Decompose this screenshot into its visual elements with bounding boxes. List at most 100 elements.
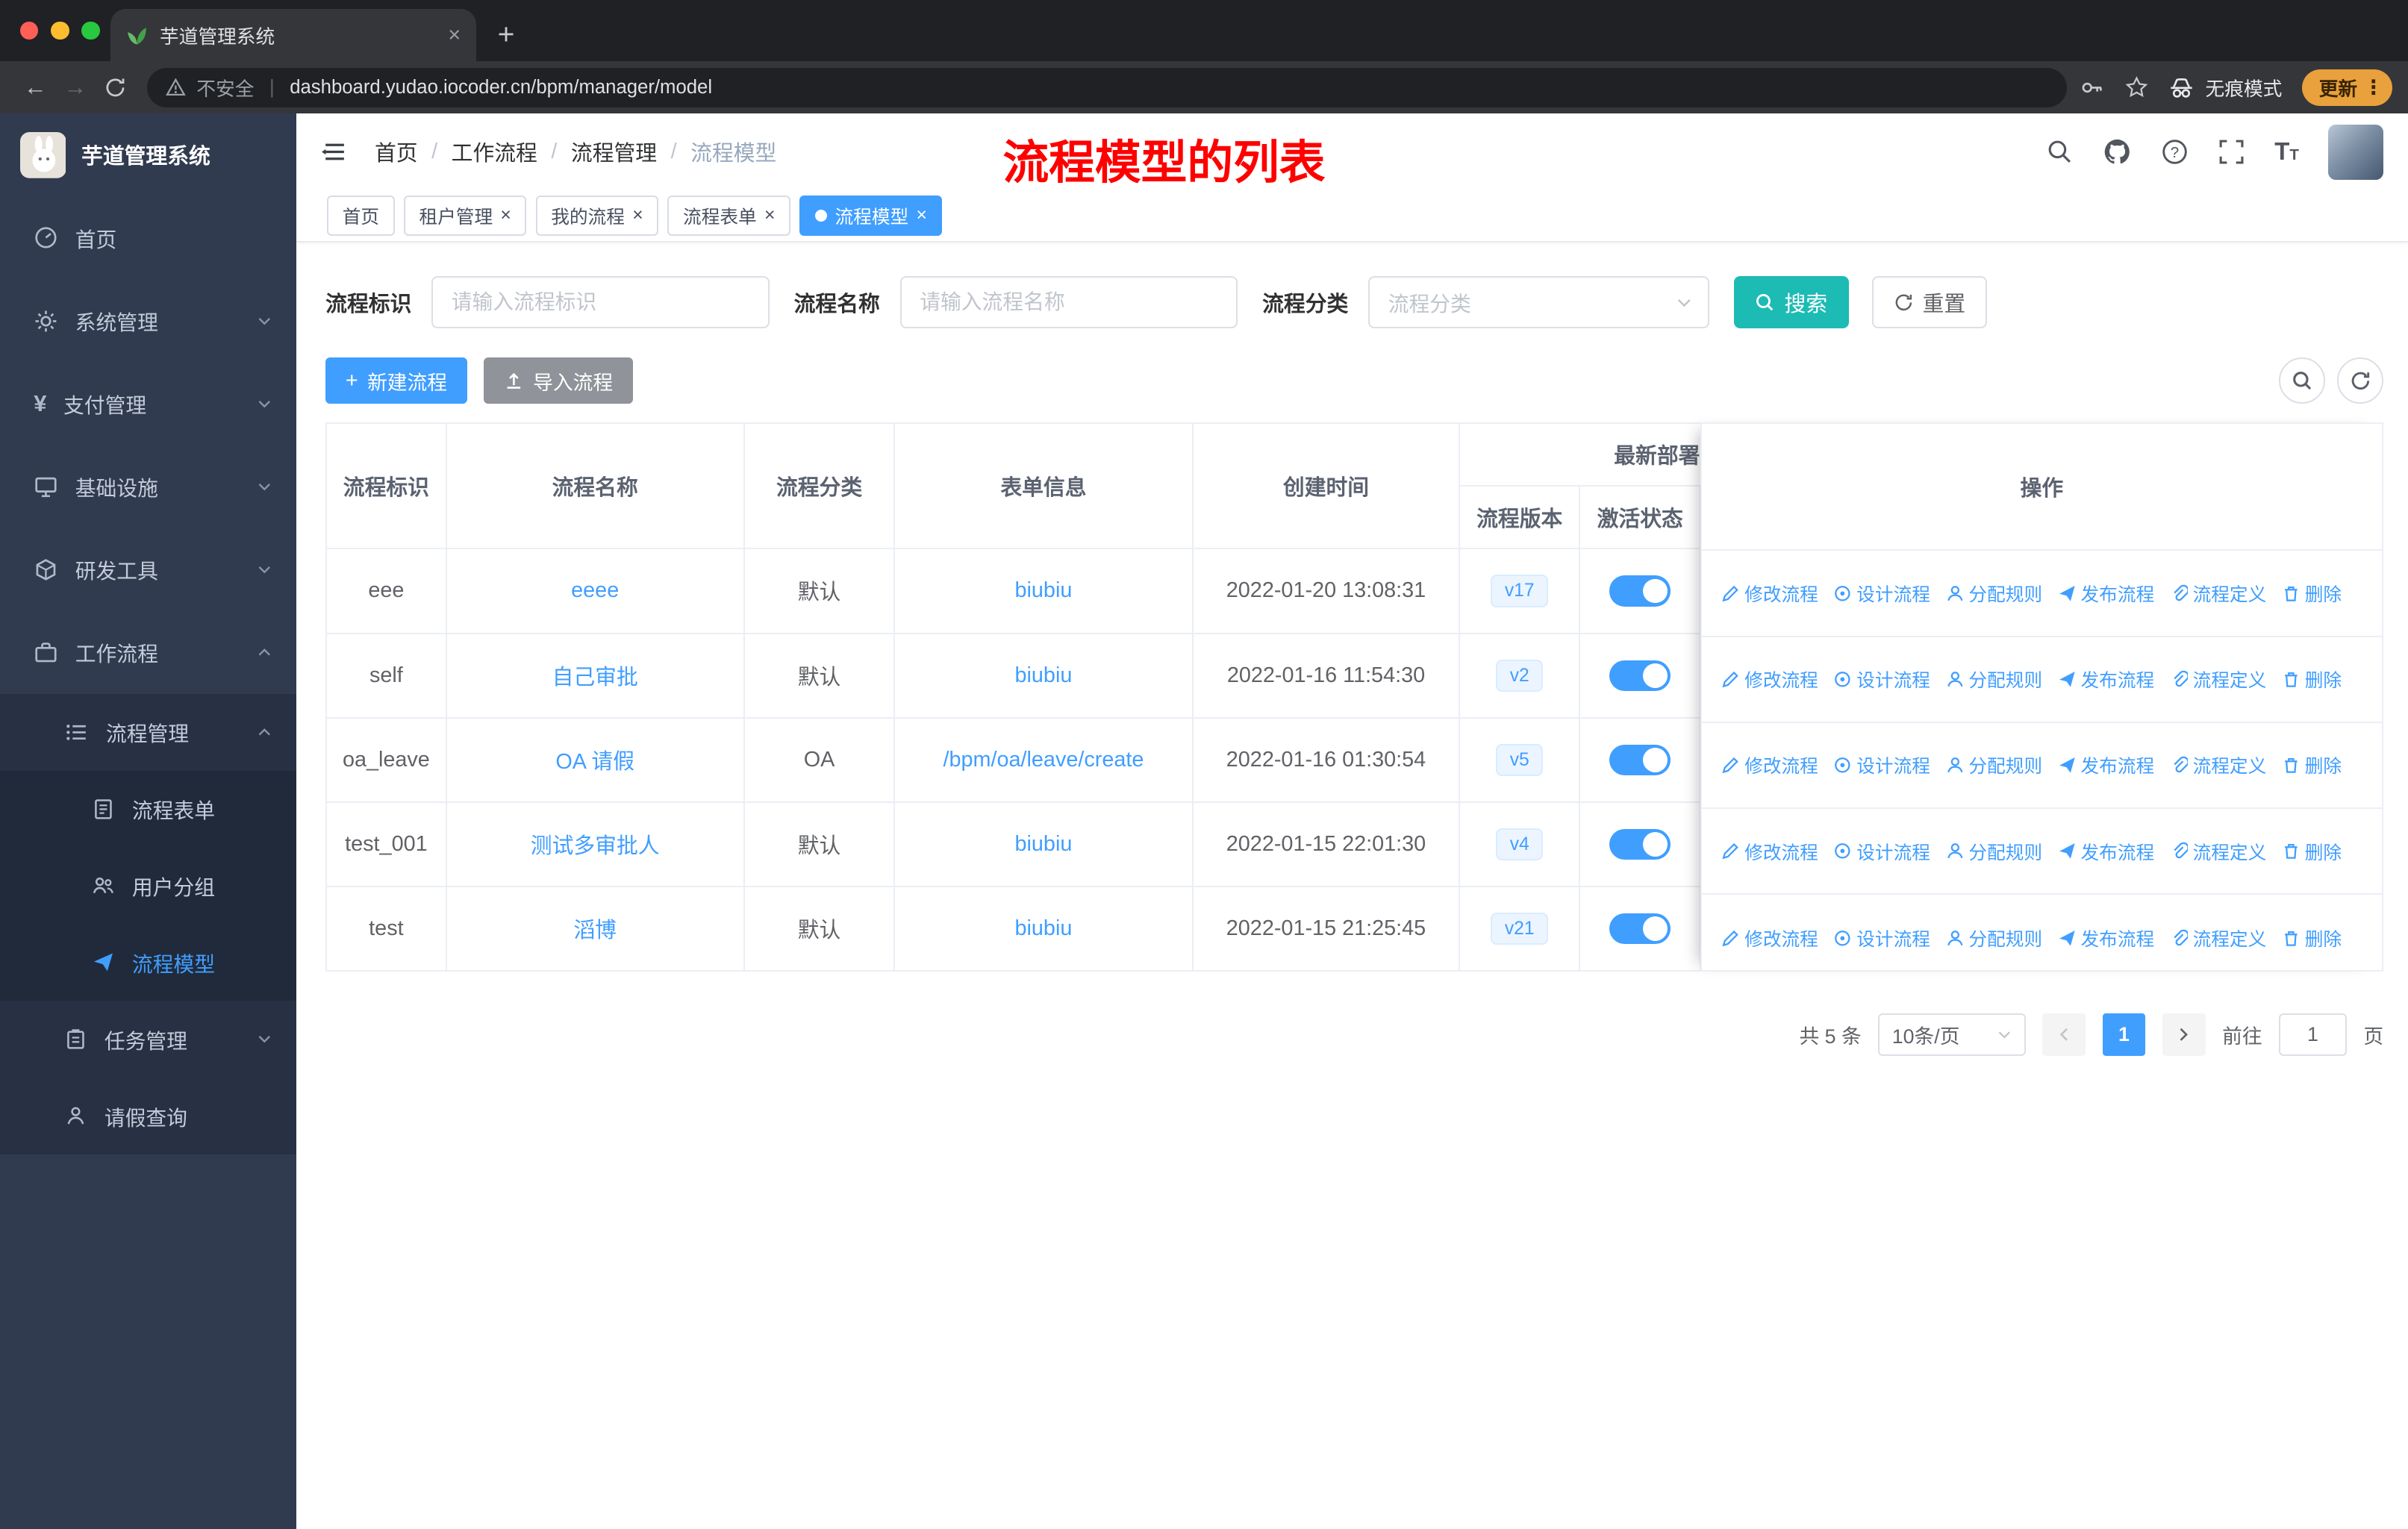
process-name-link[interactable]: OA 请假: [555, 750, 634, 774]
page-size-select[interactable]: 10条/页: [1878, 1013, 2026, 1057]
process-definition-link[interactable]: 流程定义: [2170, 925, 2266, 951]
bookmark-star-icon[interactable]: [2124, 75, 2149, 100]
minimize-window-button[interactable]: [50, 21, 69, 40]
font-size-icon[interactable]: TT: [2274, 139, 2299, 164]
browser-tab[interactable]: 芋道管理系统 ×: [110, 9, 476, 62]
search-icon[interactable]: [2046, 138, 2074, 166]
design-process-link[interactable]: 设计流程: [1833, 751, 1930, 778]
sidebar-item-workflow[interactable]: 工作流程: [0, 611, 296, 694]
design-process-link[interactable]: 设计流程: [1833, 925, 1930, 951]
fullscreen-icon[interactable]: [2218, 138, 2245, 166]
delete-link[interactable]: 删除: [2282, 838, 2342, 865]
active-toggle[interactable]: [1609, 575, 1671, 607]
sidebar-item-home[interactable]: 首页: [0, 196, 296, 279]
new-tab-button[interactable]: +: [498, 20, 515, 49]
process-name-input[interactable]: [899, 276, 1238, 329]
create-process-button[interactable]: + 新建流程: [325, 357, 467, 404]
delete-link[interactable]: 删除: [2282, 751, 2342, 778]
delete-link[interactable]: 删除: [2282, 666, 2342, 692]
process-definition-link[interactable]: 流程定义: [2170, 751, 2266, 778]
assign-rule-link[interactable]: 分配规则: [1946, 666, 2042, 692]
process-definition-link[interactable]: 流程定义: [2170, 666, 2266, 692]
forward-icon[interactable]: →: [55, 74, 95, 101]
sidebar-item-task-manage[interactable]: 任务管理: [0, 1001, 297, 1078]
active-toggle[interactable]: [1609, 660, 1671, 691]
process-name-link[interactable]: 自己审批: [552, 666, 638, 690]
window-controls[interactable]: [19, 21, 100, 40]
edit-process-link[interactable]: 修改流程: [1721, 580, 1818, 607]
delete-link[interactable]: 删除: [2282, 580, 2342, 607]
form-link[interactable]: biubiu: [1015, 663, 1073, 687]
update-button[interactable]: 更新 ⋮: [2302, 69, 2393, 106]
sidebar-item-process-manage[interactable]: 流程管理: [0, 693, 297, 771]
key-icon[interactable]: [2080, 75, 2104, 100]
goto-page-input[interactable]: [2279, 1013, 2347, 1057]
sidebar-item-system[interactable]: 系统管理: [0, 279, 296, 362]
help-icon[interactable]: ?: [2161, 138, 2189, 166]
close-icon[interactable]: ×: [764, 206, 775, 225]
design-process-link[interactable]: 设计流程: [1833, 666, 1930, 692]
search-button[interactable]: 搜索: [1733, 276, 1849, 329]
form-link[interactable]: /bpm/oa/leave/create: [943, 748, 1144, 772]
show-search-button[interactable]: [2279, 357, 2325, 404]
assign-rule-link[interactable]: 分配规则: [1946, 580, 2042, 607]
form-link[interactable]: biubiu: [1015, 578, 1073, 602]
address-bar[interactable]: 不安全 | dashboard.yudao.iocoder.cn/bpm/man…: [147, 67, 2068, 107]
active-toggle[interactable]: [1609, 744, 1671, 775]
design-process-link[interactable]: 设计流程: [1833, 838, 1930, 865]
github-icon[interactable]: [2103, 137, 2132, 166]
sidebar-item-process-model[interactable]: 流程模型: [0, 924, 297, 1001]
sidebar-item-leave-query[interactable]: 请假查询: [0, 1078, 297, 1155]
close-icon[interactable]: ×: [500, 206, 511, 225]
delete-link[interactable]: 删除: [2282, 925, 2342, 951]
tag-tenant[interactable]: 租户管理 ×: [403, 196, 527, 236]
design-process-link[interactable]: 设计流程: [1833, 580, 1930, 607]
sidebar-item-process-form[interactable]: 流程表单: [0, 770, 297, 848]
current-page-button[interactable]: 1: [2102, 1013, 2146, 1057]
assign-rule-link[interactable]: 分配规则: [1946, 925, 2042, 951]
publish-process-link[interactable]: 发布流程: [2058, 925, 2154, 951]
refresh-table-button[interactable]: [2337, 357, 2384, 404]
edit-process-link[interactable]: 修改流程: [1721, 666, 1818, 692]
process-name-link[interactable]: eeee: [571, 578, 619, 602]
tag-process-form[interactable]: 流程表单 ×: [667, 196, 790, 236]
active-toggle[interactable]: [1609, 913, 1671, 945]
publish-process-link[interactable]: 发布流程: [2058, 580, 2154, 607]
sidebar-item-user-group[interactable]: 用户分组: [0, 847, 297, 925]
reload-icon[interactable]: [96, 76, 135, 99]
process-key-input[interactable]: [431, 276, 770, 329]
form-link[interactable]: biubiu: [1015, 832, 1073, 856]
process-name-link[interactable]: 滔博: [573, 919, 617, 942]
tab-close-icon[interactable]: ×: [448, 25, 461, 46]
back-icon[interactable]: ←: [16, 74, 55, 101]
edit-process-link[interactable]: 修改流程: [1721, 751, 1818, 778]
prev-page-button[interactable]: [2042, 1013, 2086, 1057]
assign-rule-link[interactable]: 分配规则: [1946, 751, 2042, 778]
import-process-button[interactable]: 导入流程: [484, 357, 633, 404]
tag-my-process[interactable]: 我的流程 ×: [535, 196, 659, 236]
close-window-button[interactable]: [19, 21, 39, 40]
sidebar-item-devtools[interactable]: 研发工具: [0, 528, 296, 611]
close-icon[interactable]: ×: [632, 206, 643, 225]
reset-button[interactable]: 重置: [1871, 276, 1987, 329]
form-link[interactable]: biubiu: [1015, 916, 1073, 940]
process-definition-link[interactable]: 流程定义: [2170, 580, 2266, 607]
active-toggle[interactable]: [1609, 828, 1671, 860]
category-select[interactable]: 流程分类: [1368, 276, 1709, 329]
assign-rule-link[interactable]: 分配规则: [1946, 838, 2042, 865]
close-icon[interactable]: ×: [916, 206, 926, 225]
next-page-button[interactable]: [2162, 1013, 2206, 1057]
collapse-sidebar-icon[interactable]: [321, 138, 349, 166]
sidebar-item-payment[interactable]: ¥ 支付管理: [0, 363, 296, 445]
sidebar-item-infrastructure[interactable]: 基础设施: [0, 445, 296, 528]
browser-menu-icon[interactable]: ⋮: [2363, 76, 2383, 99]
edit-process-link[interactable]: 修改流程: [1721, 838, 1818, 865]
process-name-link[interactable]: 测试多审批人: [531, 834, 660, 858]
process-definition-link[interactable]: 流程定义: [2170, 838, 2266, 865]
edit-process-link[interactable]: 修改流程: [1721, 925, 1818, 951]
zoom-window-button[interactable]: [81, 21, 100, 40]
breadcrumb-item[interactable]: 首页: [375, 137, 418, 167]
publish-process-link[interactable]: 发布流程: [2058, 838, 2154, 865]
breadcrumb-item[interactable]: 工作流程: [452, 137, 537, 167]
tag-process-model[interactable]: 流程模型 ×: [799, 196, 943, 236]
